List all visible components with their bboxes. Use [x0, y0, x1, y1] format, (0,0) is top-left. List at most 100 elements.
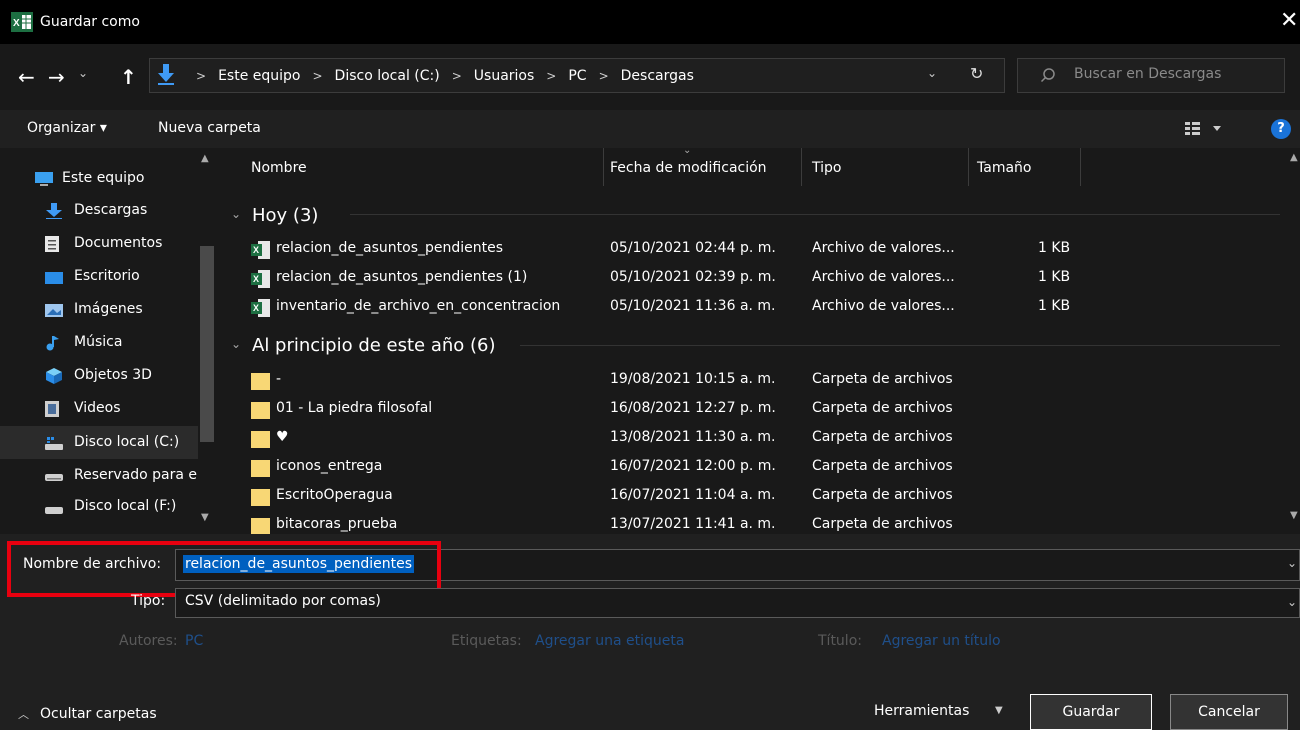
up-arrow-icon[interactable]: ↑ — [120, 67, 137, 87]
csv-icon: X — [251, 270, 270, 288]
folder-icon — [251, 402, 270, 419]
folder-icon — [251, 489, 270, 506]
folder-row[interactable]: 01 - La piedra filosofal 16/08/2021 12:2… — [0, 395, 1300, 424]
file-name: iconos_entrega — [276, 458, 383, 474]
folder-row[interactable]: - 19/08/2021 10:15 a. m. Carpeta de arch… — [0, 366, 1300, 395]
cancel-button[interactable]: Cancelar — [1170, 694, 1288, 730]
hide-folders-button[interactable]: Ocultar carpetas — [40, 706, 157, 722]
csv-icon: X — [251, 299, 270, 317]
breadcrumb-disco-local[interactable]: Disco local (C:) — [335, 68, 440, 84]
breadcrumb-usuarios[interactable]: Usuarios — [474, 68, 535, 84]
file-type: Carpeta de archivos — [812, 429, 953, 445]
sidebar-item-label: Música — [74, 334, 123, 350]
column-header-name[interactable]: Nombre — [251, 160, 307, 204]
help-icon[interactable]: ? — [1271, 119, 1291, 139]
list-scroll-up-icon[interactable]: ▲ — [1290, 152, 1298, 163]
file-row[interactable]: X relacion_de_asuntos_pendientes (1) 05/… — [0, 264, 1300, 293]
folder-row[interactable]: iconos_entrega 16/07/2021 12:00 p. m. Ca… — [0, 453, 1300, 482]
file-name: relacion_de_asuntos_pendientes — [276, 240, 504, 256]
filename-dropdown-chevron-icon[interactable]: ⌄ — [1287, 556, 1297, 570]
file-name: bitacoras_prueba — [276, 516, 398, 532]
sort-chevron-icon: ⌄ — [683, 145, 692, 156]
close-icon[interactable]: ✕ — [1280, 10, 1298, 32]
filetype-value[interactable]: CSV (delimitado por comas) — [185, 593, 381, 609]
refresh-icon[interactable]: ↻ — [970, 64, 983, 83]
file-type: Carpeta de archivos — [812, 458, 953, 474]
file-size: 1 KB — [1038, 240, 1071, 256]
authors-label: Autores: — [119, 633, 178, 649]
folder-row[interactable]: bitacoras_prueba 13/07/2021 11:41 a. m. … — [0, 511, 1300, 534]
address-dropdown-chevron-icon[interactable]: ⌄ — [927, 66, 937, 80]
tags-value[interactable]: Agregar una etiqueta — [535, 633, 684, 649]
sidebar-item-label: Descargas — [74, 202, 148, 218]
pc-icon — [35, 172, 53, 186]
filetype-dropdown-chevron-icon[interactable]: ⌄ — [1287, 595, 1297, 609]
download-location-icon — [158, 64, 174, 85]
file-row[interactable]: X relacion_de_asuntos_pendientes 05/10/2… — [0, 235, 1300, 264]
svg-text:X: X — [13, 18, 20, 29]
folder-icon — [251, 460, 270, 477]
file-type: Carpeta de archivos — [812, 400, 953, 416]
column-header-type[interactable]: Tipo — [812, 160, 841, 204]
file-type: Carpeta de archivos — [812, 516, 953, 532]
file-date: 19/08/2021 10:15 a. m. — [610, 371, 776, 387]
organize-button[interactable]: Organizar ▾ — [27, 120, 107, 136]
file-name: inventario_de_archivo_en_concentracion — [276, 298, 561, 314]
file-row[interactable]: X inventario_de_archivo_en_concentracion… — [0, 293, 1300, 322]
file-type: Carpeta de archivos — [812, 371, 953, 387]
scroll-up-icon[interactable]: ▲ — [201, 153, 209, 164]
folder-icon — [251, 431, 270, 448]
file-size: 1 KB — [1038, 269, 1071, 285]
file-type: Carpeta de archivos — [812, 487, 953, 503]
column-header-date[interactable]: Fecha de modificación — [610, 160, 767, 204]
file-date: 05/10/2021 11:36 a. m. — [610, 298, 776, 314]
title-value[interactable]: Agregar un título — [882, 633, 1001, 649]
csv-icon: X — [251, 241, 270, 259]
svg-text:X: X — [253, 303, 259, 313]
window-title: Guardar como — [40, 14, 140, 30]
breadcrumb-pc[interactable]: PC — [568, 68, 586, 84]
breadcrumb: > Este equipo > Disco local (C:) > Usuar… — [196, 68, 694, 84]
forward-arrow-icon[interactable]: → — [48, 67, 65, 87]
folder-icon — [251, 373, 270, 390]
file-name: ♥ — [276, 429, 289, 445]
view-options-icon[interactable] — [1185, 120, 1225, 136]
excel-icon: X — [11, 12, 33, 32]
file-date: 16/07/2021 11:04 a. m. — [610, 487, 776, 503]
group-header-today[interactable]: Hoy (3) — [252, 205, 318, 226]
column-header-size[interactable]: Tamaño — [977, 160, 1031, 204]
tools-button[interactable]: Herramientas — [874, 703, 969, 719]
file-size: 1 KB — [1038, 298, 1071, 314]
authors-value[interactable]: PC — [185, 633, 203, 649]
file-date: 13/07/2021 11:41 a. m. — [610, 516, 776, 532]
file-name: EscritoOperagua — [276, 487, 393, 503]
save-button[interactable]: Guardar — [1030, 694, 1152, 730]
file-name: 01 - La piedra filosofal — [276, 400, 433, 416]
list-scroll-down-icon[interactable]: ▼ — [1290, 510, 1298, 521]
sidebar-item-descargas[interactable]: Descargas — [0, 194, 198, 227]
back-arrow-icon[interactable]: ← — [18, 67, 35, 87]
sidebar-item-este-equipo[interactable]: Este equipo — [0, 162, 198, 195]
chevron-up-icon[interactable]: ︿ — [18, 706, 29, 722]
music-icon — [46, 336, 59, 351]
group-header-this-year[interactable]: Al principio de este año (6) — [252, 335, 496, 356]
sidebar-item-musica[interactable]: Música — [0, 326, 198, 359]
breadcrumb-este-equipo[interactable]: Este equipo — [218, 68, 300, 84]
filetype-label: Tipo: — [131, 593, 166, 609]
folder-row[interactable]: ♥ 13/08/2021 11:30 a. m. Carpeta de arch… — [0, 424, 1300, 453]
group-collapse-chevron-icon[interactable]: ⌄ — [231, 337, 241, 351]
file-date: 13/08/2021 11:30 a. m. — [610, 429, 776, 445]
folder-row[interactable]: EscritoOperagua 16/07/2021 11:04 a. m. C… — [0, 482, 1300, 511]
column-divider — [603, 148, 604, 186]
group-collapse-chevron-icon[interactable]: ⌄ — [231, 207, 241, 221]
tags-label: Etiquetas: — [451, 633, 522, 649]
new-folder-button[interactable]: Nueva carpeta — [158, 120, 261, 136]
tools-dropdown-icon[interactable]: ▼ — [995, 705, 1003, 716]
recent-locations-chevron-icon[interactable]: ⌄ — [78, 66, 88, 80]
folder-icon — [251, 518, 270, 534]
file-name: relacion_de_asuntos_pendientes (1) — [276, 269, 528, 285]
search-placeholder: Buscar en Descargas — [1074, 66, 1222, 82]
file-name: - — [276, 371, 282, 387]
file-date: 16/08/2021 12:27 p. m. — [610, 400, 776, 416]
breadcrumb-descargas[interactable]: Descargas — [621, 68, 694, 84]
